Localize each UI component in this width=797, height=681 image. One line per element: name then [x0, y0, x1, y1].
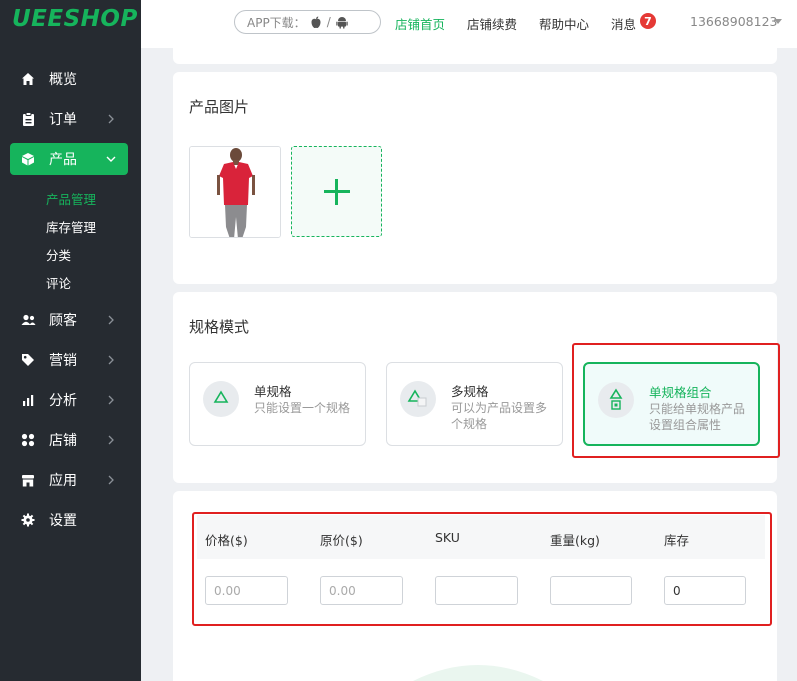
spec-mode-card: 规格模式 单规格 只能设置一个规格 多规格 可以为产品设置多个规格 单规格组合 …: [173, 292, 780, 483]
layers-icon: [400, 381, 436, 417]
users-icon: [20, 312, 36, 328]
message-count-badge: 7: [640, 13, 656, 29]
spec-option-desc: 可以为产品设置多个规格: [451, 401, 548, 431]
highlight-box: [572, 343, 780, 458]
caret-down-icon[interactable]: [774, 19, 782, 24]
chevron-right-icon: [108, 395, 114, 405]
gear-icon: [20, 512, 36, 528]
cube-icon: [20, 151, 36, 167]
apple-icon[interactable]: [310, 16, 322, 29]
sidebar-item-settings[interactable]: 设置: [10, 504, 128, 536]
store-icon: [20, 472, 36, 488]
chevron-down-icon: [106, 156, 116, 162]
top-bar: APP下载： / 店铺首页 店铺续费 帮助中心 消息 7 13668908123: [141, 0, 797, 48]
sidebar-item-label: 设置: [49, 513, 77, 529]
android-icon[interactable]: [336, 16, 348, 29]
home-icon: [20, 71, 36, 87]
product-images-card: 产品图片: [173, 72, 777, 284]
product-images-title: 产品图片: [189, 98, 250, 116]
sidebar-sub-inventory[interactable]: 库存管理: [46, 217, 96, 236]
product-image-thumbnail[interactable]: [189, 146, 281, 238]
nav-help-center[interactable]: 帮助中心: [539, 14, 589, 33]
clipboard-icon: [20, 111, 36, 127]
tshirt-photo: [190, 147, 280, 237]
spec-option-title: 多规格: [451, 384, 489, 399]
price-table-card: 价格($) 原价($) SKU 重量(kg) 库存 0.00 0.00 0: [173, 491, 777, 681]
sidebar-item-marketing[interactable]: 营销: [10, 344, 128, 376]
highlight-box: [192, 512, 772, 626]
sidebar-item-store[interactable]: 店铺: [10, 424, 128, 456]
nav-messages[interactable]: 消息: [611, 14, 636, 33]
chevron-right-icon: [108, 475, 114, 485]
nav-store-renewal[interactable]: 店铺续费: [467, 14, 517, 33]
sidebar-item-label: 营销: [49, 353, 77, 369]
account-phone[interactable]: 13668908123: [690, 14, 777, 29]
previous-card: [173, 48, 777, 64]
app-separator: /: [326, 15, 331, 29]
chevron-right-icon: [108, 114, 114, 124]
chevron-right-icon: [108, 315, 114, 325]
decorative-circle: [413, 665, 543, 681]
sidebar-sub-reviews[interactable]: 评论: [46, 273, 71, 292]
chevron-right-icon: [108, 355, 114, 365]
spec-option-multi[interactable]: 多规格 可以为产品设置多个规格: [386, 362, 563, 446]
sidebar-item-apps[interactable]: 应用: [10, 464, 128, 496]
logo: UEESHOP: [12, 6, 138, 32]
spec-option-single[interactable]: 单规格 只能设置一个规格: [189, 362, 366, 446]
tag-icon: [20, 352, 36, 368]
sidebar-item-label: 订单: [49, 112, 77, 128]
spec-option-desc: 只能设置一个规格: [254, 401, 351, 415]
nav-store-home[interactable]: 店铺首页: [395, 14, 445, 33]
app-download-pill[interactable]: APP下载： /: [234, 10, 381, 34]
add-image-button[interactable]: [291, 146, 382, 237]
grid-icon: [20, 432, 36, 448]
sidebar-item-label: 店铺: [49, 433, 77, 449]
sidebar-sub-product-management[interactable]: 产品管理: [46, 189, 96, 208]
triangle-icon: [203, 381, 239, 417]
sidebar: UEESHOP 概览 订单 产品 产品管理 库存管理 分类 评论 顾客 营销 分…: [0, 0, 141, 681]
sidebar-item-label: 概览: [49, 72, 77, 88]
sidebar-item-label: 分析: [49, 393, 77, 409]
spec-mode-title: 规格模式: [189, 318, 250, 336]
sidebar-item-orders[interactable]: 订单: [10, 103, 128, 135]
bar-chart-icon: [20, 392, 36, 408]
sidebar-sub-category[interactable]: 分类: [46, 245, 71, 264]
sidebar-item-overview[interactable]: 概览: [10, 63, 128, 95]
app-download-label: APP下载：: [247, 15, 306, 30]
sidebar-item-label: 产品: [49, 152, 77, 168]
sidebar-item-label: 应用: [49, 473, 77, 489]
sidebar-item-label: 顾客: [49, 313, 77, 329]
sidebar-item-products[interactable]: 产品: [10, 143, 128, 175]
chevron-right-icon: [108, 435, 114, 445]
sidebar-item-analytics[interactable]: 分析: [10, 384, 128, 416]
sidebar-item-customers[interactable]: 顾客: [10, 304, 128, 336]
spec-option-title: 单规格: [254, 384, 292, 399]
